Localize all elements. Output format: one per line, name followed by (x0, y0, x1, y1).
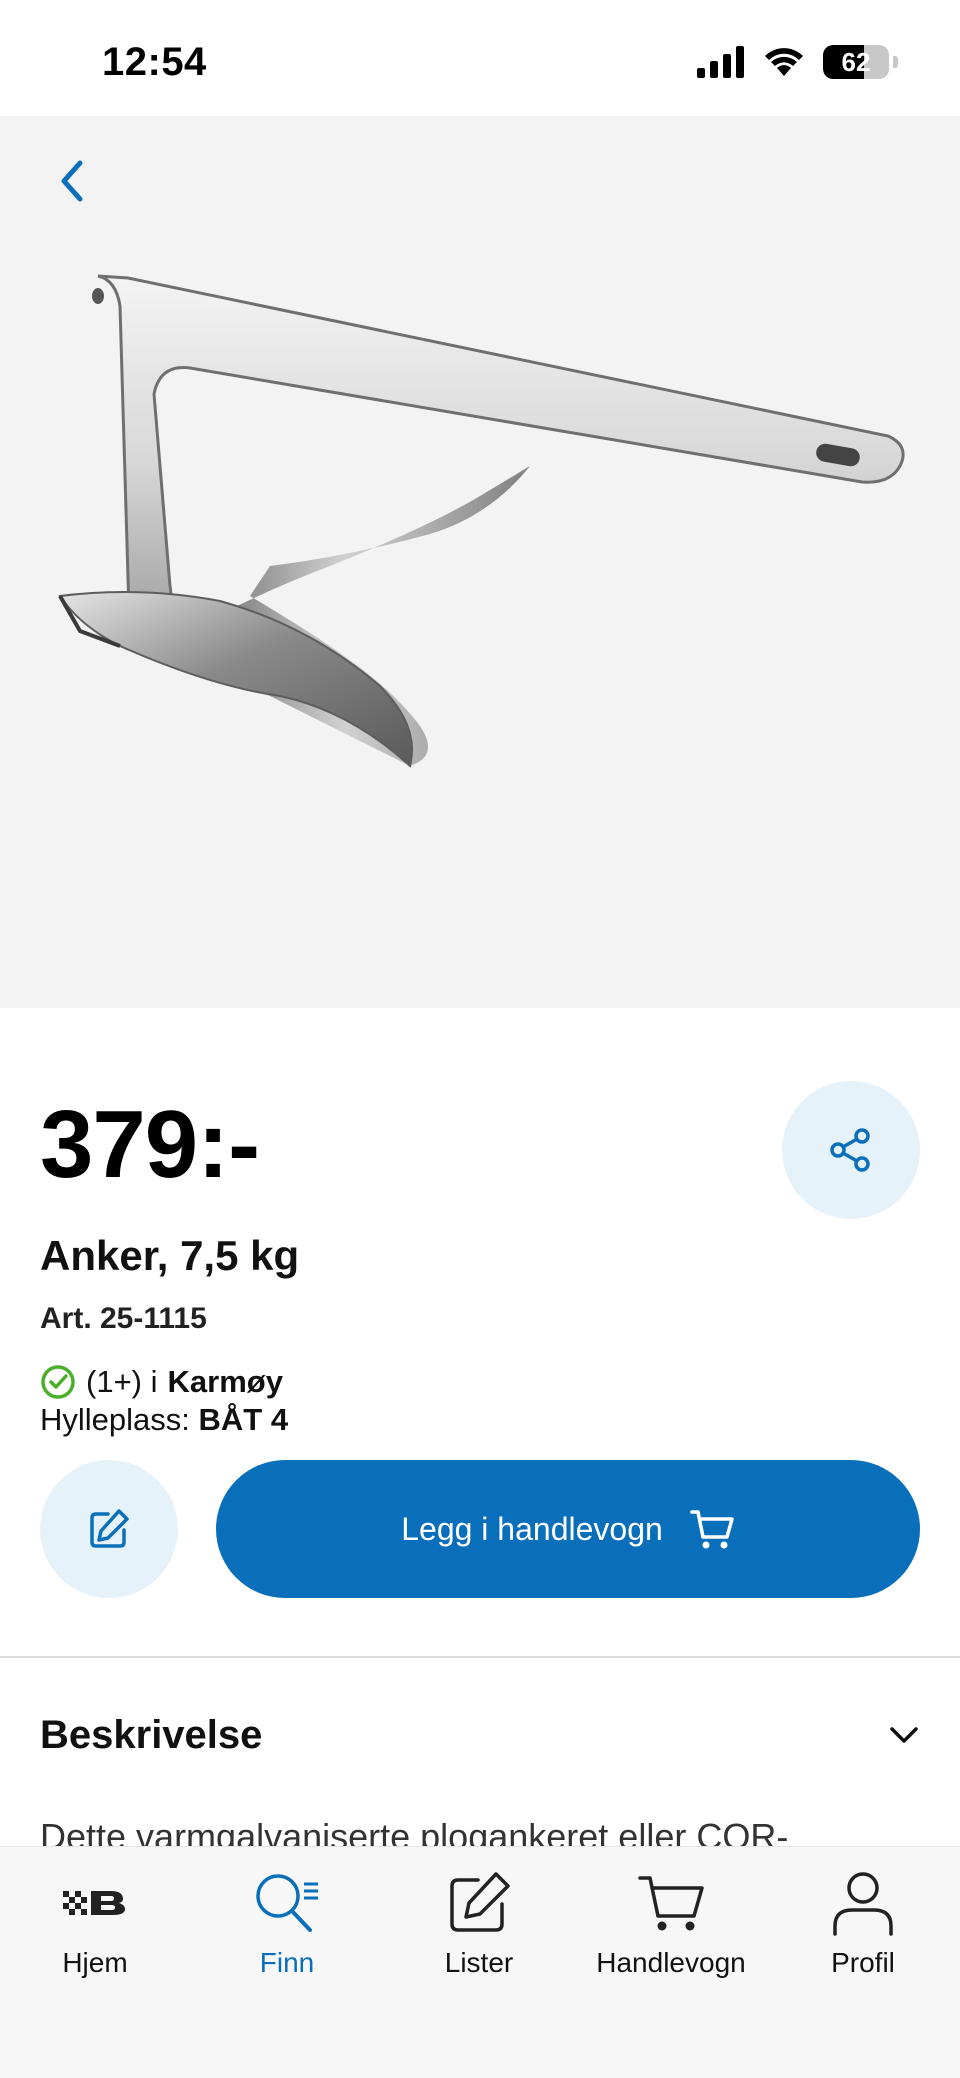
product-price: 379:- (40, 1091, 260, 1198)
bottom-tab-bar: Hjem Finn Lister Handlevogn Profil (0, 1846, 960, 2078)
status-icons: 62 (697, 44, 898, 80)
battery-icon: 62 (823, 45, 889, 79)
share-icon (830, 1128, 870, 1172)
status-bar: 12:54 62 (0, 0, 960, 116)
battery-tip (893, 56, 898, 68)
cellular-signal-icon (697, 46, 744, 78)
cart-icon (636, 1867, 706, 1939)
tab-finn[interactable]: Finn (192, 1867, 382, 1987)
add-to-list-button[interactable] (40, 1460, 178, 1598)
stock-status: (1+) i Karmøy (40, 1364, 283, 1400)
tab-handlevogn[interactable]: Handlevogn (576, 1867, 766, 1987)
brand-logo-icon (63, 1867, 127, 1939)
tab-profil[interactable]: Profil (768, 1867, 958, 1987)
share-button[interactable] (782, 1081, 920, 1219)
shelf-value: BÅT 4 (198, 1402, 289, 1437)
edit-icon (90, 1509, 129, 1548)
shelf-label: Hylleplass: (40, 1402, 190, 1437)
check-circle-icon (41, 1365, 75, 1399)
store-name: Karmøy (167, 1364, 283, 1399)
wifi-icon (765, 48, 803, 76)
stock-count: (1+) i (86, 1364, 158, 1399)
chevron-down-icon (890, 1727, 918, 1743)
edit-icon (446, 1867, 512, 1939)
section-divider (0, 1656, 960, 1658)
article-number: Art. 25-1115 (40, 1302, 207, 1335)
battery-label: 62 (841, 47, 871, 77)
add-to-cart-label: Legg i handlevogn (401, 1510, 663, 1547)
tab-label: Handlevogn (596, 1947, 746, 1978)
chevron-left-icon (61, 160, 83, 202)
product-title: Anker, 7,5 kg (40, 1232, 300, 1279)
tab-label: Profil (831, 1947, 895, 1978)
cart-icon (690, 1510, 734, 1549)
shelf-location: Hylleplass: BÅT 4 (40, 1402, 288, 1438)
tab-label: Finn (259, 1947, 315, 1978)
tab-label: Hjem (62, 1947, 128, 1978)
anchor-product-image (58, 274, 905, 768)
status-time: 12:54 (102, 40, 207, 84)
description-title: Beskrivelse (40, 1712, 263, 1757)
tab-hjem[interactable]: Hjem (0, 1867, 190, 1987)
person-icon (830, 1867, 896, 1939)
add-to-cart-button[interactable]: Legg i handlevogn (216, 1460, 920, 1598)
tab-label: Lister (444, 1947, 514, 1978)
back-button[interactable] (40, 136, 104, 226)
search-list-icon (252, 1867, 322, 1939)
tab-lister[interactable]: Lister (384, 1867, 574, 1987)
description-toggle[interactable]: Beskrivelse (40, 1700, 920, 1770)
product-image-area (0, 116, 960, 1008)
